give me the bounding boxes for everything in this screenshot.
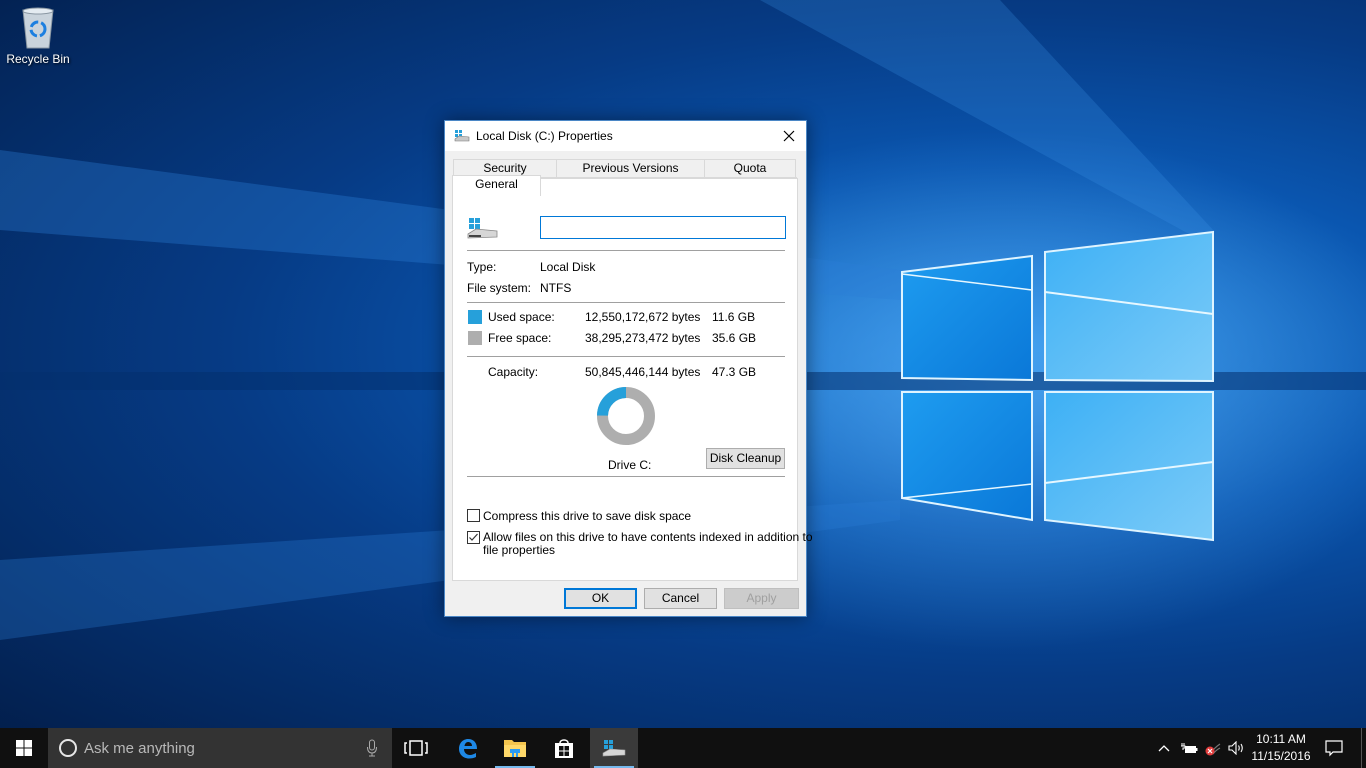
wifi-disconnected-icon: [1205, 743, 1221, 756]
capacity-size: 47.3 GB: [712, 365, 757, 379]
capacity-label: Capacity:: [488, 365, 539, 379]
task-view-icon: [404, 740, 428, 756]
used-space-label: Used space:: [488, 310, 555, 324]
close-button[interactable]: [772, 121, 806, 151]
taskbar-clock[interactable]: 10:11 AM 11/15/2016: [1246, 731, 1316, 765]
drive-caption: Drive C:: [608, 458, 652, 472]
divider: [467, 476, 785, 477]
index-checkbox[interactable]: [467, 531, 480, 544]
used-space-swatch: [468, 310, 482, 324]
index-label[interactable]: Allow files on this drive to have conten…: [483, 531, 813, 557]
taskbar-drive-properties[interactable]: [590, 728, 638, 768]
free-space-size: 35.6 GB: [712, 331, 757, 345]
divider: [467, 356, 785, 357]
disk-usage-donut: [597, 387, 655, 445]
show-desktop-button[interactable]: [1361, 728, 1362, 768]
compress-checkbox[interactable]: [467, 509, 480, 522]
free-space-bytes: 38,295,273,472 bytes: [585, 331, 701, 345]
volume-button[interactable]: [1226, 728, 1248, 768]
clock-time: 10:11 AM: [1256, 732, 1306, 746]
divider: [467, 250, 785, 251]
action-center-button[interactable]: [1320, 728, 1348, 768]
tab-quota[interactable]: Quota: [704, 159, 796, 177]
capacity-bytes: 50,845,446,144 bytes: [585, 365, 701, 379]
ok-button[interactable]: OK: [564, 588, 637, 609]
microphone-icon[interactable]: [366, 739, 378, 757]
type-label: Type:: [467, 260, 497, 274]
edge-icon: [459, 739, 477, 759]
free-space-label: Free space:: [488, 331, 552, 345]
recycle-bin-icon: [22, 7, 54, 49]
chevron-up-icon: [1158, 745, 1170, 752]
used-space-size: 11.6 GB: [712, 310, 756, 324]
drive-icon: [454, 130, 470, 142]
used-space-bytes: 12,550,172,672 bytes: [585, 310, 701, 324]
type-value: Local Disk: [540, 260, 596, 274]
file-system-label: File system:: [467, 281, 532, 295]
dialog-titlebar[interactable]: Local Disk (C:) Properties: [445, 121, 806, 151]
notification-icon: [1325, 740, 1343, 757]
disk-cleanup-button[interactable]: Disk Cleanup: [706, 448, 785, 469]
tab-general[interactable]: General: [452, 175, 541, 196]
battery-button[interactable]: [1178, 728, 1200, 768]
apply-button[interactable]: Apply: [724, 588, 799, 609]
drive-icon: [602, 740, 626, 757]
drive-properties-dialog: Local Disk (C:) Properties Security Prev…: [444, 120, 813, 617]
show-hidden-icons-button[interactable]: [1154, 728, 1174, 768]
tab-previous-versions[interactable]: Previous Versions: [556, 159, 705, 177]
search-placeholder: Ask me anything: [84, 739, 195, 757]
desktop-icon-recycle-bin[interactable]: Recycle Bin: [2, 6, 74, 66]
drive-label-input[interactable]: [540, 216, 786, 239]
file-system-value: NTFS: [540, 281, 572, 295]
speaker-icon: [1228, 741, 1243, 755]
donut-used-segment: [597, 387, 627, 417]
store-icon: [555, 739, 573, 758]
taskbar-file-explorer[interactable]: [491, 728, 539, 768]
index-label-line2: file properties: [483, 543, 556, 557]
desktop-icon-label: Recycle Bin: [6, 52, 70, 66]
checkmark-icon: [469, 533, 478, 541]
task-view-button[interactable]: [392, 728, 440, 768]
cancel-button[interactable]: Cancel: [644, 588, 717, 609]
folder-icon: [504, 740, 526, 757]
cortana-icon: [59, 739, 77, 757]
clock-date: 11/15/2016: [1251, 749, 1311, 763]
battery-charging-icon: [1181, 743, 1198, 753]
start-button[interactable]: [0, 728, 48, 768]
taskbar-edge[interactable]: [443, 728, 491, 768]
general-tab-panel: Type: Local Disk File system: NTFS Used …: [452, 178, 813, 581]
divider: [467, 302, 785, 303]
drive-large-icon: [467, 218, 498, 239]
compress-label[interactable]: Compress this drive to save disk space: [483, 509, 691, 523]
network-button[interactable]: [1202, 728, 1224, 768]
windows-logo-icon: [16, 740, 32, 756]
cortana-search-box[interactable]: Ask me anything: [48, 728, 392, 768]
taskbar: Ask me anything 10:11 AM 11/15/2016: [0, 728, 1366, 768]
free-space-swatch: [468, 331, 482, 345]
taskbar-store[interactable]: [540, 728, 588, 768]
dialog-title: Local Disk (C:) Properties: [476, 129, 613, 143]
close-icon: [783, 130, 795, 142]
